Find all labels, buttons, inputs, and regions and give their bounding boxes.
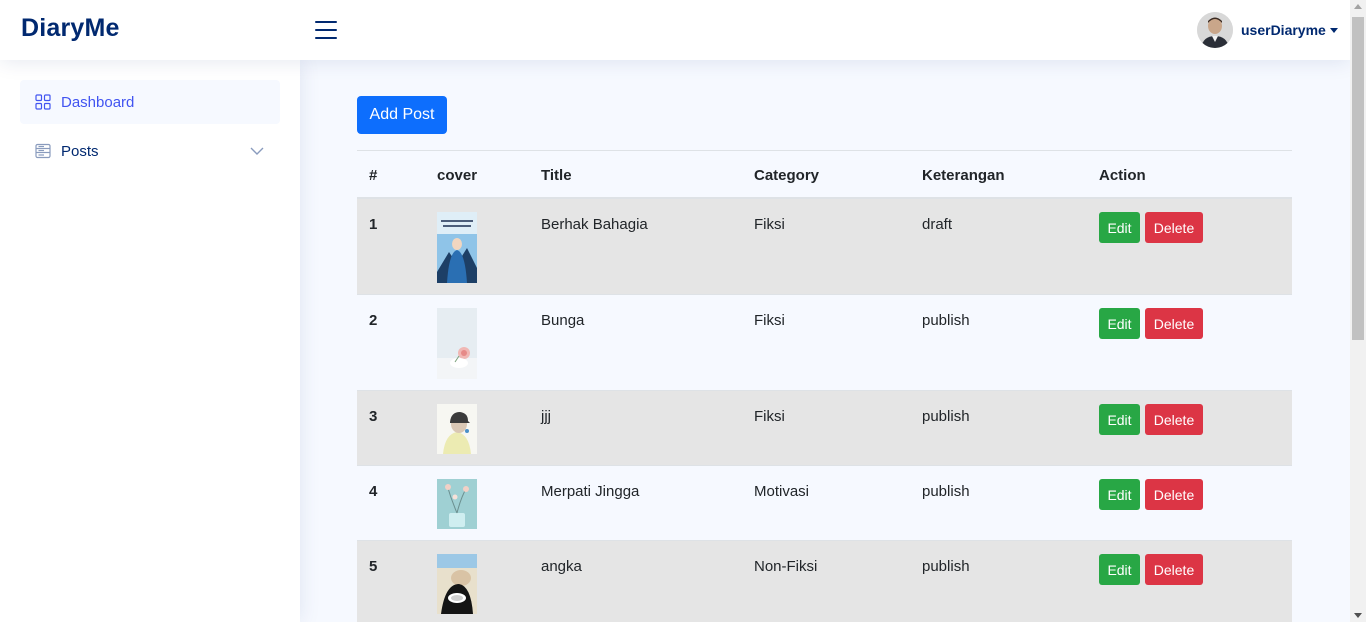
row-number: 3 xyxy=(369,408,378,425)
delete-button[interactable]: Delete xyxy=(1145,308,1203,339)
hamburger-menu-icon[interactable] xyxy=(315,20,337,40)
sidebar: Dashboard Posts xyxy=(0,60,300,622)
edit-button[interactable]: Edit xyxy=(1099,212,1140,243)
table-row: 3 jjj Fiksi publish Edit Delete xyxy=(357,391,1292,466)
post-title: angka xyxy=(541,558,582,575)
post-status: publish xyxy=(922,483,970,500)
add-post-button[interactable]: Add Post xyxy=(357,96,447,134)
column-header-category: Category xyxy=(754,167,820,184)
post-category: Fiksi xyxy=(754,408,785,425)
chevron-down-icon[interactable] xyxy=(250,144,264,158)
row-number: 4 xyxy=(369,483,378,500)
column-header-number: # xyxy=(369,167,378,184)
username: userDiaryme xyxy=(1241,22,1326,38)
cover-image xyxy=(437,308,477,379)
post-category: Non-Fiksi xyxy=(754,558,818,575)
row-number: 5 xyxy=(369,558,378,575)
edit-button[interactable]: Edit xyxy=(1099,479,1140,510)
user-profile-dropdown[interactable]: userDiaryme xyxy=(1197,12,1338,48)
delete-button[interactable]: Delete xyxy=(1145,212,1203,243)
post-status: draft xyxy=(922,216,953,233)
post-title: jjj xyxy=(541,408,551,425)
cover-image xyxy=(437,404,477,454)
cover-image xyxy=(437,554,477,614)
edit-button[interactable]: Edit xyxy=(1099,554,1140,585)
delete-button[interactable]: Delete xyxy=(1145,479,1203,510)
table-row: 5 angka Non-Fiksi publish Edit Delete xyxy=(357,541,1292,622)
post-title: Merpati Jingga xyxy=(541,483,640,500)
cover-image xyxy=(437,212,477,283)
row-number: 2 xyxy=(369,312,378,329)
sidebar-item-label: Dashboard xyxy=(61,93,135,111)
app-logo[interactable]: DiaryMe xyxy=(21,14,120,43)
delete-button[interactable]: Delete xyxy=(1145,404,1203,435)
post-category: Fiksi xyxy=(754,312,785,329)
post-title: Bunga xyxy=(541,312,585,329)
post-status: publish xyxy=(922,408,970,425)
sidebar-item-dashboard[interactable]: Dashboard xyxy=(20,80,280,124)
scroll-up-arrow-icon[interactable] xyxy=(1354,4,1362,9)
column-header-cover: cover xyxy=(437,167,478,184)
grid-icon xyxy=(35,94,51,110)
avatar xyxy=(1197,12,1233,48)
column-header-keterangan: Keterangan xyxy=(922,167,1005,184)
scroll-down-arrow-icon[interactable] xyxy=(1354,613,1362,618)
table-header: # cover Title Category Keterangan Action xyxy=(357,150,1292,199)
edit-button[interactable]: Edit xyxy=(1099,404,1140,435)
edit-button[interactable]: Edit xyxy=(1099,308,1140,339)
table-row: 2 Bunga Fiksi publish Edit Delete xyxy=(357,295,1292,391)
scrollbar-thumb[interactable] xyxy=(1352,17,1364,340)
posts-table: # cover Title Category Keterangan Action… xyxy=(357,150,1292,622)
post-category: Fiksi xyxy=(754,216,785,233)
table-row: 1 Berhak Bahagia Fiksi draft Edit Delete xyxy=(357,199,1292,295)
post-category: Motivasi xyxy=(754,483,810,500)
delete-button[interactable]: Delete xyxy=(1145,554,1203,585)
top-header: DiaryMe userDiaryme xyxy=(0,0,1350,60)
vertical-scrollbar[interactable] xyxy=(1350,0,1366,622)
sidebar-item-label: Posts xyxy=(61,142,99,160)
column-header-title: Title xyxy=(541,167,572,184)
post-title: Berhak Bahagia xyxy=(541,216,648,233)
layout-text-icon xyxy=(35,143,51,159)
cover-image xyxy=(437,479,477,529)
post-status: publish xyxy=(922,558,970,575)
column-header-action: Action xyxy=(1099,167,1146,184)
post-status: publish xyxy=(922,312,970,329)
row-number: 1 xyxy=(369,216,378,233)
caret-down-icon xyxy=(1329,28,1338,33)
sidebar-item-posts[interactable]: Posts xyxy=(20,129,280,173)
table-row: 4 Merpati Jingga Motivasi publish Edit D… xyxy=(357,466,1292,541)
main-content: Add Post # cover Title Category Keterang… xyxy=(300,60,1350,622)
